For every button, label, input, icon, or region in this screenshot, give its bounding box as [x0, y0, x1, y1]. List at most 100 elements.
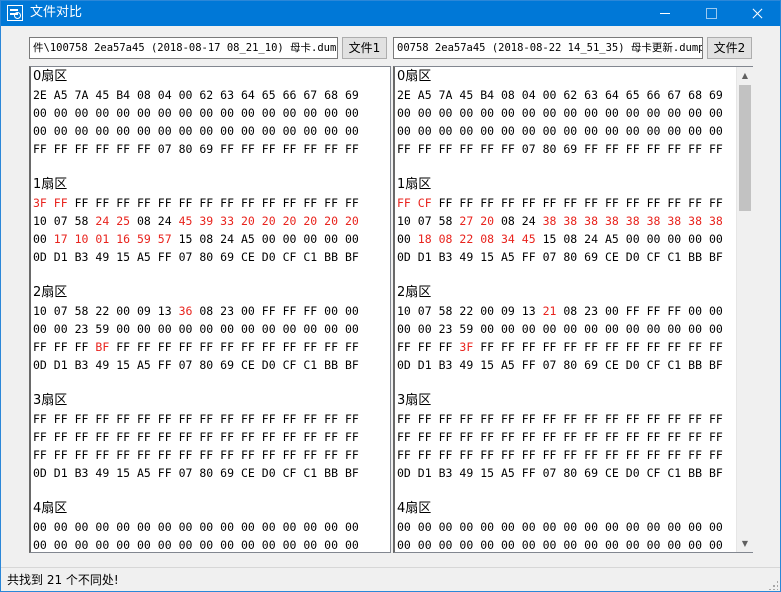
hex-byte: D1: [53, 358, 68, 372]
scroll-up-icon[interactable]: ▲: [737, 67, 753, 84]
hex-byte: 07: [178, 358, 193, 372]
sector-title: 0扇区: [33, 69, 68, 84]
hex-byte: FF: [157, 196, 172, 210]
hex-byte: FF: [136, 196, 151, 210]
hex-byte: FF: [688, 412, 703, 426]
file2-path-input[interactable]: 00758 2ea57a45 (2018-08-22 14_51_35) 母卡更…: [393, 37, 703, 59]
hex-byte: 00: [688, 232, 703, 246]
hex-byte: 69: [220, 250, 235, 264]
hex-byte: 00: [584, 106, 599, 120]
hex-byte: BB: [324, 250, 339, 264]
hex-byte: FF: [708, 448, 723, 462]
hex-byte: FF: [521, 250, 536, 264]
hex-byte: 65: [261, 88, 276, 102]
hex-byte: 20: [344, 214, 359, 228]
hex-byte: 49: [95, 358, 110, 372]
sector-title: 3扇区: [397, 393, 432, 408]
hex-byte: B3: [74, 466, 89, 480]
scroll-thumb[interactable]: [739, 85, 751, 211]
hex-byte: 00: [324, 304, 339, 318]
hex-byte: FF: [646, 142, 661, 156]
hex-byte: FF: [33, 412, 47, 426]
hex-row: 00 00 00 00 00 00 00 00 00 00 00 00 00 0…: [397, 104, 723, 122]
hex-byte: 80: [563, 250, 578, 264]
hex-byte: 00: [116, 322, 131, 336]
hex-byte: 00: [563, 538, 578, 552]
hex-byte: FF: [397, 340, 411, 354]
hex-byte: 65: [625, 88, 640, 102]
sector-title: 1扇区: [397, 177, 432, 192]
hex-byte: 00: [667, 106, 682, 120]
hex-byte: 07: [417, 304, 432, 318]
hex-byte: FF: [625, 304, 640, 318]
hex-byte: 00: [500, 322, 515, 336]
file1-button[interactable]: 文件1: [342, 37, 387, 59]
hex-byte: FF: [521, 412, 536, 426]
hex-byte: FF: [74, 412, 89, 426]
hex-byte: FF: [604, 196, 619, 210]
hex-byte: FF: [33, 430, 47, 444]
hex-byte: 04: [521, 88, 536, 102]
hex-byte: BF: [344, 466, 359, 480]
hex-byte: CF: [282, 466, 297, 480]
hex-byte: 00: [417, 538, 432, 552]
hex-byte: 00: [220, 538, 235, 552]
hex-byte: 00: [157, 106, 172, 120]
hex-row: 00 00 00 00 00 00 00 00 00 00 00 00 00 0…: [397, 518, 723, 536]
right-hex-pane[interactable]: 0扇区 2E A5 7A 45 B4 08 04 00 62 63 64 65 6…: [393, 66, 753, 553]
hex-byte: 00: [563, 124, 578, 138]
hex-byte: 00: [480, 322, 495, 336]
hex-byte: FF: [116, 196, 131, 210]
hex-byte: B3: [74, 358, 89, 372]
hex-byte: 62: [199, 88, 214, 102]
hex-byte: 24: [220, 232, 235, 246]
hex-byte: D1: [53, 466, 68, 480]
hex-row: 10 07 58 27 20 08 24 38 38 38 38 38 38 3…: [397, 212, 723, 230]
hex-byte: 67: [667, 88, 682, 102]
hex-byte: 20: [303, 214, 318, 228]
hex-byte: 00: [625, 322, 640, 336]
hex-byte: FF: [646, 340, 661, 354]
hex-byte: D1: [53, 250, 68, 264]
hex-byte: 00: [500, 106, 515, 120]
hex-byte: FF: [220, 412, 235, 426]
close-icon[interactable]: [735, 1, 780, 26]
hex-row: FF FF FF FF FF FF FF FF FF FF FF FF FF F…: [33, 410, 359, 428]
hex-byte: 00: [604, 304, 619, 318]
hex-byte: 69: [199, 142, 214, 156]
hex-byte: 80: [199, 466, 214, 480]
hex-row: FF FF FF FF FF FF FF FF FF FF FF FF FF F…: [397, 428, 723, 446]
hex-byte: FF: [438, 412, 453, 426]
maximize-icon[interactable]: [689, 1, 734, 26]
hex-byte: FF: [521, 430, 536, 444]
hex-byte: 00: [708, 520, 723, 534]
hex-byte: 00: [584, 322, 599, 336]
resize-grip-icon[interactable]: [768, 580, 778, 590]
hex-byte: FF: [459, 430, 474, 444]
hex-byte: A5: [53, 88, 68, 102]
title-bar[interactable]: 文件对比: [1, 1, 780, 26]
hex-byte: FF: [688, 142, 703, 156]
hex-byte: 00: [344, 304, 359, 318]
hex-byte: FF: [344, 430, 359, 444]
hex-row: 00 00 00 00 00 00 00 00 00 00 00 00 00 0…: [397, 536, 723, 552]
hex-byte: FF: [240, 448, 255, 462]
hex-byte: FF: [157, 412, 172, 426]
hex-byte: FF: [417, 412, 432, 426]
hex-byte: FF: [116, 448, 131, 462]
scroll-down-icon[interactable]: ▼: [737, 535, 753, 552]
hex-byte: C1: [667, 250, 682, 264]
hex-byte: FF: [708, 340, 723, 354]
hex-byte: 15: [480, 358, 495, 372]
hex-byte: FF: [74, 142, 89, 156]
file1-path-input[interactable]: 件\100758 2ea57a45 (2018-08-17 08_21_10) …: [29, 37, 338, 59]
vertical-scrollbar[interactable]: ▲ ▼: [736, 67, 753, 552]
minimize-icon[interactable]: [643, 1, 688, 26]
file2-button[interactable]: 文件2: [707, 37, 752, 59]
hex-byte: FF: [708, 142, 723, 156]
left-hex-pane[interactable]: 0扇区 2E A5 7A 45 B4 08 04 00 62 63 64 65 6…: [29, 66, 391, 553]
hex-byte: FF: [563, 430, 578, 444]
hex-byte: 07: [157, 142, 172, 156]
hex-byte: 38: [542, 214, 557, 228]
hex-byte: FF: [157, 466, 172, 480]
